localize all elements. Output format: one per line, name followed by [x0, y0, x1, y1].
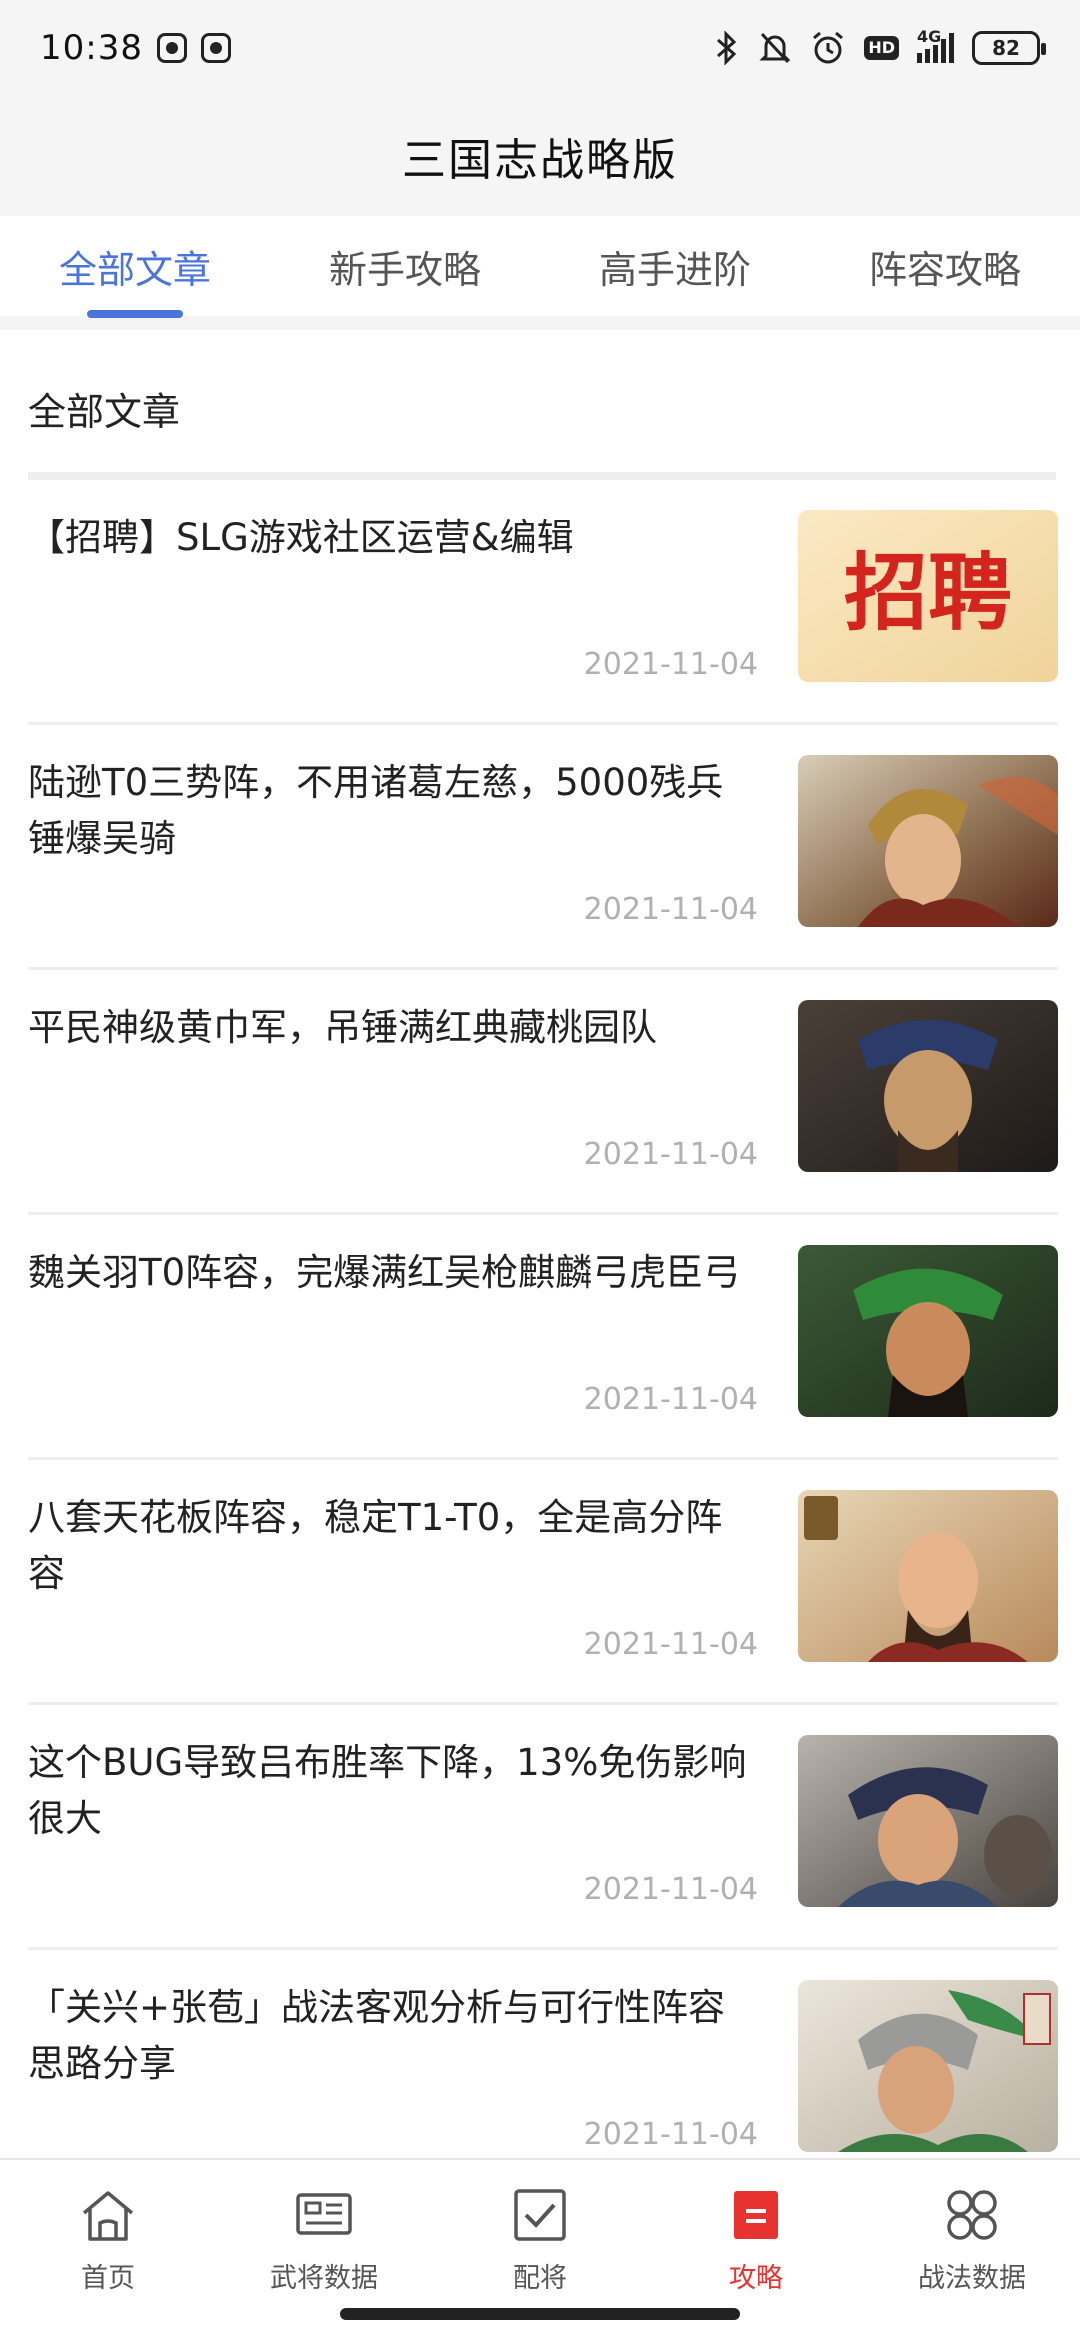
nav-label-general-data: 武将数据	[270, 2263, 378, 2294]
status-bar: 10:38 HD 4G 82	[0, 0, 1080, 96]
nav-home[interactable]: 首页	[0, 2160, 216, 2340]
article-title: 这个BUG导致吕布胜率下降，13%免伤影响很大	[28, 1741, 747, 1840]
tab-all-articles[interactable]: 全部文章	[0, 216, 270, 316]
signal-icon: 4G	[917, 27, 954, 63]
article-title: 平民神级黄巾军，吊锤满红典藏桃园队	[28, 1006, 657, 1049]
battery-icon: 82	[972, 31, 1046, 65]
article-title: 「关兴+张苞」战法客观分析与可行性阵容思路分享	[28, 1986, 726, 2085]
article-title: 魏关羽T0阵容，完爆满红吴枪麒麟弓虎臣弓	[28, 1251, 741, 1294]
article-thumbnail-portrait	[798, 1735, 1058, 1907]
nav-label-lineup: 配将	[513, 2263, 567, 2294]
notification-app-icon-2	[200, 33, 231, 63]
article-thumbnail-recruit: 招聘	[798, 510, 1058, 682]
status-time: 10:38	[40, 28, 143, 68]
article-list: 【招聘】SLG游戏社区运营&编辑 2021-11-04 招聘 陆逊T0三势阵，不…	[0, 480, 1080, 2158]
article-item[interactable]: 平民神级黄巾军，吊锤满红典藏桃园队 2021-11-04	[28, 970, 1058, 1215]
article-text: 陆逊T0三势阵，不用诸葛左慈，5000残兵锤爆吴骑 2021-11-04	[28, 755, 798, 927]
home-indicator[interactable]	[340, 2308, 740, 2320]
battery-level: 82	[992, 36, 1020, 60]
section-title: 全部文章	[28, 389, 181, 434]
article-text: 魏关羽T0阵容，完爆满红吴枪麒麟弓虎臣弓 2021-11-04	[28, 1245, 798, 1417]
article-date: 2021-11-04	[583, 1382, 758, 1417]
hd-icon: HD	[864, 36, 899, 60]
article-text: 这个BUG导致吕布胜率下降，13%免伤影响很大 2021-11-04	[28, 1735, 798, 1907]
article-date: 2021-11-04	[583, 2117, 758, 2152]
status-right: HD 4G 82	[714, 27, 1046, 66]
section-divider	[28, 472, 1056, 480]
app-root: 10:38 HD 4G 82 三国志战略版 全部文章 新手攻略 高手进阶 阵容攻…	[0, 0, 1080, 2340]
article-title: 八套天花板阵容，稳定T1-T0，全是高分阵容	[28, 1496, 723, 1595]
app-header: 三国志战略版	[0, 96, 1080, 216]
article-item[interactable]: 【招聘】SLG游戏社区运营&编辑 2021-11-04 招聘	[28, 480, 1058, 725]
nav-label-guide: 攻略	[729, 2263, 783, 2294]
article-item[interactable]: 八套天花板阵容，稳定T1-T0，全是高分阵容 2021-11-04	[28, 1460, 1058, 1705]
article-thumbnail-portrait	[798, 1000, 1058, 1172]
tab-lineup-guide[interactable]: 阵容攻略	[810, 216, 1080, 316]
article-text: 八套天花板阵容，稳定T1-T0，全是高分阵容 2021-11-04	[28, 1490, 798, 1662]
article-thumbnail-portrait	[798, 755, 1058, 927]
network-type: 4G	[917, 27, 942, 46]
notification-app-icon	[156, 33, 187, 63]
article-thumbnail-portrait	[798, 1980, 1058, 2152]
tab-beginner-guide[interactable]: 新手攻略	[270, 216, 540, 316]
tactics-grid-icon	[939, 2182, 1005, 2248]
category-tabs: 全部文章 新手攻略 高手进阶 阵容攻略	[0, 216, 1080, 330]
article-date: 2021-11-04	[583, 892, 758, 927]
alarm-icon	[810, 30, 846, 66]
checkbox-icon	[507, 2182, 573, 2248]
thumb-recruit-text: 招聘	[844, 543, 1012, 642]
home-icon	[75, 2182, 141, 2248]
bottom-nav: 首页 武将数据 配将 攻略 战法数据	[0, 2158, 1080, 2340]
guide-icon	[723, 2182, 789, 2248]
nav-label-home: 首页	[81, 2263, 135, 2294]
article-text: 【招聘】SLG游戏社区运营&编辑 2021-11-04	[28, 510, 798, 682]
article-item[interactable]: 「关兴+张苞」战法客观分析与可行性阵容思路分享 2021-11-04	[28, 1950, 1058, 2158]
article-text: 平民神级黄巾军，吊锤满红典藏桃园队 2021-11-04	[28, 1000, 798, 1172]
article-thumbnail-portrait	[798, 1245, 1058, 1417]
page-title: 三国志战略版	[402, 135, 678, 186]
article-thumbnail-portrait	[798, 1490, 1058, 1662]
article-title: 【招聘】SLG游戏社区运营&编辑	[28, 516, 574, 559]
article-item[interactable]: 这个BUG导致吕布胜率下降，13%免伤影响很大 2021-11-04	[28, 1705, 1058, 1950]
nav-tactics-data[interactable]: 战法数据	[864, 2160, 1080, 2340]
article-feed[interactable]: 全部文章 【招聘】SLG游戏社区运营&编辑 2021-11-04 招聘 陆逊T0…	[0, 344, 1080, 2158]
article-text: 「关兴+张苞」战法客观分析与可行性阵容思路分享 2021-11-04	[28, 1980, 798, 2152]
article-date: 2021-11-04	[583, 1872, 758, 1907]
mute-bell-icon	[758, 30, 792, 66]
nav-label-tactics-data: 战法数据	[918, 2263, 1026, 2294]
article-item[interactable]: 魏关羽T0阵容，完爆满红吴枪麒麟弓虎臣弓 2021-11-04	[28, 1215, 1058, 1460]
tab-advanced[interactable]: 高手进阶	[540, 216, 810, 316]
general-card-icon	[291, 2182, 357, 2248]
article-date: 2021-11-04	[583, 647, 758, 682]
article-date: 2021-11-04	[583, 1137, 758, 1172]
status-left: 10:38	[40, 28, 231, 68]
article-date: 2021-11-04	[583, 1627, 758, 1662]
article-item[interactable]: 陆逊T0三势阵，不用诸葛左慈，5000残兵锤爆吴骑 2021-11-04	[28, 725, 1058, 970]
article-title: 陆逊T0三势阵，不用诸葛左慈，5000残兵锤爆吴骑	[28, 761, 724, 860]
bluetooth-icon	[714, 30, 740, 66]
